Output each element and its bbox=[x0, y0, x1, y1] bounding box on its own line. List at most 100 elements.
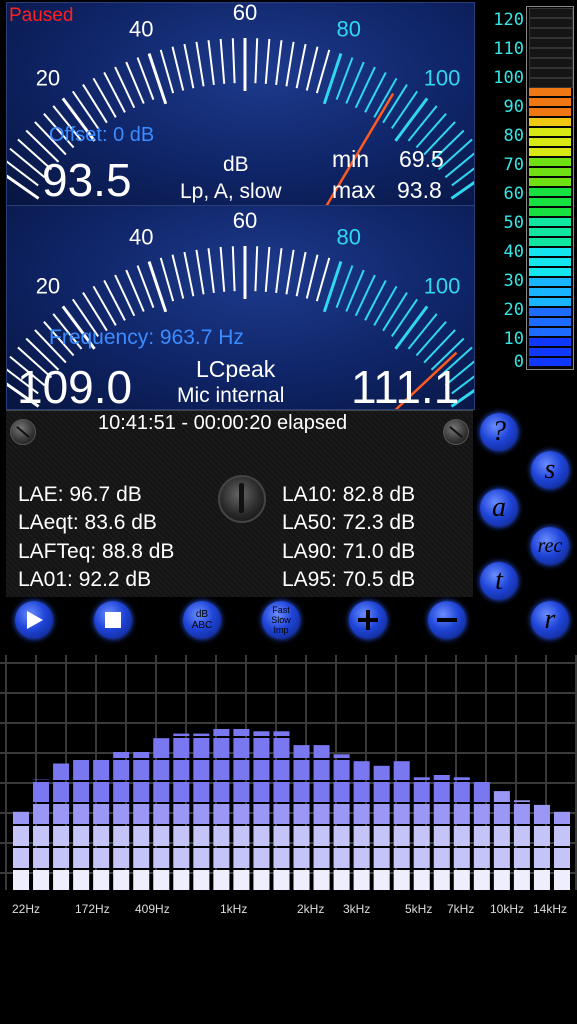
led-label-50: 50 bbox=[503, 213, 524, 233]
spectrum-bar bbox=[293, 745, 310, 890]
minus-icon bbox=[437, 618, 457, 622]
led-segment bbox=[529, 328, 571, 336]
led-segment bbox=[529, 38, 573, 48]
peak-meter-tick bbox=[92, 285, 117, 326]
peak-meter-scale-label: 40 bbox=[129, 225, 153, 250]
level-meter-scale-label: 60 bbox=[233, 3, 257, 25]
max-value: 93.8 bbox=[397, 177, 442, 203]
peak-meter-scale-label: 100 bbox=[424, 273, 461, 298]
peak-meter-tick bbox=[171, 254, 185, 299]
level-meter-tick bbox=[285, 41, 295, 87]
level-meter-tick bbox=[103, 71, 126, 113]
freq-label-10khz: 10kHz bbox=[490, 902, 525, 916]
peak-meter-tick bbox=[231, 246, 236, 292]
record-button[interactable]: rec bbox=[531, 527, 569, 565]
led-segment bbox=[529, 28, 573, 38]
level-meter-tick bbox=[231, 38, 236, 84]
peak-meter: 020406080100120 Frequency: 963.7 Hz 109.… bbox=[6, 205, 475, 410]
level-meter-tick bbox=[159, 49, 175, 94]
led-label-110: 110 bbox=[493, 39, 524, 59]
led-bargraph bbox=[526, 6, 574, 370]
spectrum-bar bbox=[33, 779, 50, 890]
plus-icon bbox=[358, 610, 378, 630]
led-segment bbox=[529, 78, 573, 88]
level-meter-tick bbox=[394, 97, 429, 142]
minus-button[interactable] bbox=[428, 601, 466, 639]
level-meter-tick bbox=[264, 38, 271, 84]
level-meter-tick bbox=[415, 113, 447, 149]
led-segment bbox=[529, 358, 571, 366]
led-segment bbox=[529, 348, 571, 356]
stat-la90: LA90: 71.0 dB bbox=[282, 540, 416, 563]
r-button[interactable]: r bbox=[531, 601, 569, 639]
level-meter-tick bbox=[305, 46, 319, 91]
led-label-40: 40 bbox=[503, 242, 524, 262]
level-meter-tick bbox=[275, 40, 283, 85]
spectrum-bar bbox=[413, 777, 430, 890]
calibration-knob[interactable] bbox=[218, 475, 266, 523]
spectrum-bar bbox=[193, 733, 210, 890]
freq-label-1khz: 1kHz bbox=[220, 902, 248, 916]
led-segment bbox=[529, 218, 571, 226]
led-label-70: 70 bbox=[503, 155, 524, 175]
response-speed-button[interactable]: Fast Slow Imp bbox=[262, 601, 300, 639]
min-label: min bbox=[332, 146, 370, 172]
level-meter-tick bbox=[82, 84, 108, 124]
led-segment bbox=[529, 48, 573, 58]
level-meter-tick bbox=[390, 90, 419, 129]
peak-meter-tick bbox=[195, 249, 205, 295]
led-label-0: 0 bbox=[513, 352, 524, 372]
peak-meter-tick bbox=[315, 257, 331, 302]
led-segment bbox=[529, 168, 571, 176]
plus-button[interactable] bbox=[349, 601, 387, 639]
peak-meter-tick bbox=[373, 285, 398, 326]
spectrum-bar bbox=[173, 733, 190, 890]
a-button[interactable]: a bbox=[480, 489, 518, 527]
level-meter-tick bbox=[364, 71, 387, 113]
led-segment bbox=[529, 8, 573, 18]
peak-meter-tick bbox=[295, 251, 307, 297]
spectrum-bar bbox=[513, 800, 530, 890]
led-label-30: 30 bbox=[503, 271, 524, 291]
led-segment bbox=[529, 208, 571, 216]
led-segment bbox=[529, 278, 571, 286]
led-segment bbox=[529, 308, 571, 316]
frequency-label: Frequency: 963.7 Hz bbox=[49, 326, 244, 349]
led-segment bbox=[529, 188, 571, 196]
settings-s-button[interactable]: s bbox=[531, 451, 569, 489]
weighting-button[interactable]: dB ABC bbox=[183, 601, 221, 639]
freq-label-3khz: 3kHz bbox=[343, 902, 371, 916]
peak-meter-tick bbox=[264, 246, 271, 292]
level-meter-tick bbox=[207, 40, 215, 85]
peak-meter-tick bbox=[305, 254, 319, 299]
led-segment bbox=[529, 88, 571, 96]
freq-label-22hz: 22Hz bbox=[12, 902, 41, 916]
peak-meter-tick bbox=[285, 249, 295, 295]
peak-hold-value: 111.1 bbox=[351, 361, 460, 410]
led-segment bbox=[529, 158, 571, 166]
help-button[interactable]: ? bbox=[480, 413, 518, 451]
stop-button[interactable] bbox=[94, 601, 132, 639]
level-meter-tick bbox=[92, 77, 117, 118]
stat-la10: LA10: 82.8 dB bbox=[282, 483, 416, 506]
peak-meter-scale-label: 60 bbox=[233, 208, 257, 233]
freq-label-5khz: 5kHz bbox=[405, 902, 433, 916]
peak-meter-tick bbox=[103, 279, 126, 321]
led-segment bbox=[529, 198, 571, 206]
led-label-80: 80 bbox=[503, 126, 524, 146]
stat-la50: LA50: 72.3 dB bbox=[282, 511, 416, 534]
peak-meter-tick bbox=[407, 313, 438, 350]
level-meter-tick bbox=[315, 49, 331, 94]
level-meter-tick bbox=[9, 147, 46, 179]
led-label-60: 60 bbox=[503, 184, 524, 204]
level-meter: 020406080100120 Paused Offset: 0 dB 93.5… bbox=[6, 2, 475, 206]
play-button[interactable] bbox=[15, 601, 53, 639]
peak-meter-tick bbox=[415, 321, 447, 357]
spectrum-bar bbox=[133, 752, 150, 890]
unit-label: dB bbox=[223, 153, 249, 176]
spectrum-bar bbox=[553, 811, 570, 890]
stat-la01: LA01: 92.2 dB bbox=[18, 568, 152, 591]
freq-label-409hz: 409Hz bbox=[135, 902, 170, 916]
t-button[interactable]: t bbox=[480, 562, 518, 600]
led-segment bbox=[529, 68, 573, 78]
